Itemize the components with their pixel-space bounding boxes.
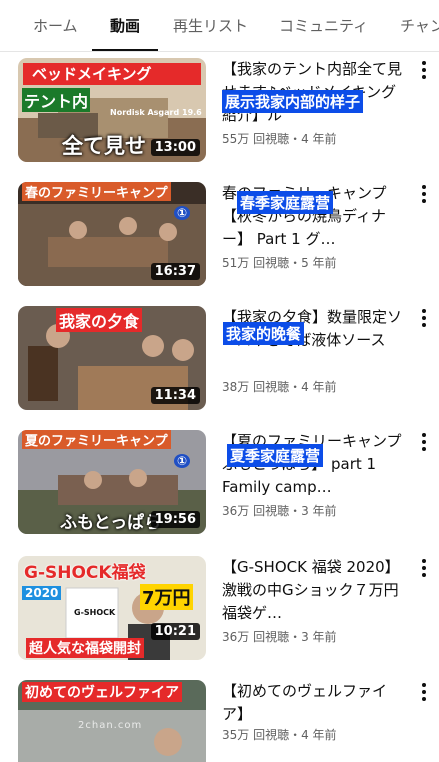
separator: ・ <box>289 504 302 518</box>
separator: ・ <box>289 630 302 644</box>
upload-age: 3 年前 <box>301 630 337 644</box>
video-thumbnail[interactable]: ベッドメイキング テント内 全て見せ Nordisk Asgard 19.6 1… <box>18 58 206 162</box>
video-thumbnail[interactable]: 我家の夕食 11:34 <box>18 306 206 410</box>
view-count: 36万 回視聴 <box>222 630 290 644</box>
tab-channels[interactable]: チャン <box>400 15 439 36</box>
video-meta: 55万 回視聴・4 年前 <box>222 130 337 147</box>
video-thumbnail[interactable]: 夏のファミリーキャンプ ① ふもとっぱら 19:56 <box>18 430 206 534</box>
tab-home[interactable]: ホーム <box>33 15 78 36</box>
more-options-icon[interactable] <box>414 430 434 454</box>
separator: ・ <box>289 256 302 270</box>
more-options-icon[interactable] <box>414 556 434 580</box>
view-count: 38万 回視聴 <box>222 380 290 394</box>
video-item[interactable]: ベッドメイキング テント内 全て見せ Nordisk Asgard 19.6 1… <box>0 58 439 168</box>
video-meta: 38万 回視聴・4 年前 <box>222 378 337 395</box>
thumbnail-caption: テント内 <box>22 88 91 112</box>
view-count: 51万 回視聴 <box>222 256 290 270</box>
tab-playlists[interactable]: 再生リスト <box>173 15 248 36</box>
video-duration: 13:00 <box>150 139 200 156</box>
video-duration: 19:56 <box>150 511 200 528</box>
video-meta: 36万 回視聴・3 年前 <box>222 502 337 519</box>
video-item[interactable]: 夏のファミリーキャンプ ① ふもとっぱら 19:56 【夏のファミリーキャンプ … <box>0 430 439 540</box>
video-title[interactable]: 【G-SHOCK 福袋 2020】激戦の中Gショック７万円福袋ゲ… <box>222 556 408 625</box>
annotation-overlay: 我家的晚餐 <box>223 322 305 345</box>
video-meta: 36万 回視聴・3 年前 <box>222 628 337 645</box>
thumbnail-caption: ベッドメイキング <box>32 65 152 83</box>
watermark: 2chan.com <box>78 720 143 731</box>
more-options-icon[interactable] <box>414 182 434 206</box>
thumbnail-caption: 夏のファミリーキャンプ <box>22 430 171 449</box>
thumbnail-caption: 2020 <box>22 586 62 600</box>
video-item[interactable]: 初めてのヴェルファイア 【初めてのヴェルファイア】 35万 回視聴・4 年前 <box>0 680 439 762</box>
annotation-overlay: 夏季家庭露营 <box>227 444 324 467</box>
thumbnail-caption: 全て見せ <box>62 134 146 158</box>
video-meta: 35万 回視聴・4 年前 <box>222 726 337 743</box>
thumbnail-caption: 我家の夕食 <box>56 308 143 332</box>
more-options-icon[interactable] <box>414 680 434 704</box>
thumbnail-caption: ふもとっぱら <box>60 513 162 533</box>
video-item[interactable]: G-SHOCK福袋 2020 7万円 G-SHOCK 超人気な福袋開封 10:2… <box>0 556 439 666</box>
video-thumbnail[interactable]: G-SHOCK福袋 2020 7万円 G-SHOCK 超人気な福袋開封 10:2… <box>18 556 206 660</box>
upload-age: 4 年前 <box>301 380 337 394</box>
video-title[interactable]: 【初めてのヴェルファイア】 <box>222 680 408 726</box>
thumbnail-caption: G-SHOCK <box>74 608 116 617</box>
video-meta: 51万 回視聴・5 年前 <box>222 254 337 271</box>
thumbnail-caption: 初めてのヴェルファイア <box>22 682 182 702</box>
video-duration: 16:37 <box>150 263 200 280</box>
thumbnail-caption: ① <box>174 206 191 220</box>
video-item[interactable]: 春のファミリーキャンプ ① 16:37 春のファミリーキャンプ【秋冬からの焼鳥デ… <box>0 182 439 292</box>
annotation-overlay: 展示我家内部的样子 <box>222 90 364 113</box>
thumbnail-caption: 春のファミリーキャンプ <box>22 182 171 201</box>
upload-age: 4 年前 <box>301 132 337 146</box>
thumbnail-caption: 超人気な福袋開封 <box>26 638 144 658</box>
active-tab-indicator <box>92 49 158 51</box>
thumbnail-caption: G-SHOCK福袋 <box>24 563 146 583</box>
tab-community[interactable]: コミュニティ <box>279 15 368 36</box>
tab-videos[interactable]: 動画 <box>110 15 140 36</box>
video-duration: 10:21 <box>150 623 200 640</box>
video-thumbnail[interactable]: 春のファミリーキャンプ ① 16:37 <box>18 182 206 286</box>
video-duration: 11:34 <box>150 387 200 404</box>
upload-age: 5 年前 <box>301 256 337 270</box>
upload-age: 4 年前 <box>301 728 337 742</box>
more-options-icon[interactable] <box>414 58 434 82</box>
view-count: 36万 回視聴 <box>222 504 290 518</box>
annotation-overlay: 春季家庭露营 <box>237 191 334 214</box>
channel-tab-bar: ホーム 動画 再生リスト コミュニティ チャン <box>0 0 439 52</box>
separator: ・ <box>289 380 302 394</box>
separator: ・ <box>289 728 302 742</box>
separator: ・ <box>289 132 302 146</box>
thumbnail-caption: ① <box>174 454 191 468</box>
thumbnail-caption: Nordisk Asgard 19.6 <box>110 108 202 117</box>
view-count: 35万 回視聴 <box>222 728 290 742</box>
view-count: 55万 回視聴 <box>222 132 290 146</box>
thumbnail-caption: 7万円 <box>140 584 193 610</box>
upload-age: 3 年前 <box>301 504 337 518</box>
video-item[interactable]: 我家の夕食 11:34 【我家の夕食】数量限定ソースやきそば液体ソース 38万 … <box>0 306 439 416</box>
more-options-icon[interactable] <box>414 306 434 330</box>
